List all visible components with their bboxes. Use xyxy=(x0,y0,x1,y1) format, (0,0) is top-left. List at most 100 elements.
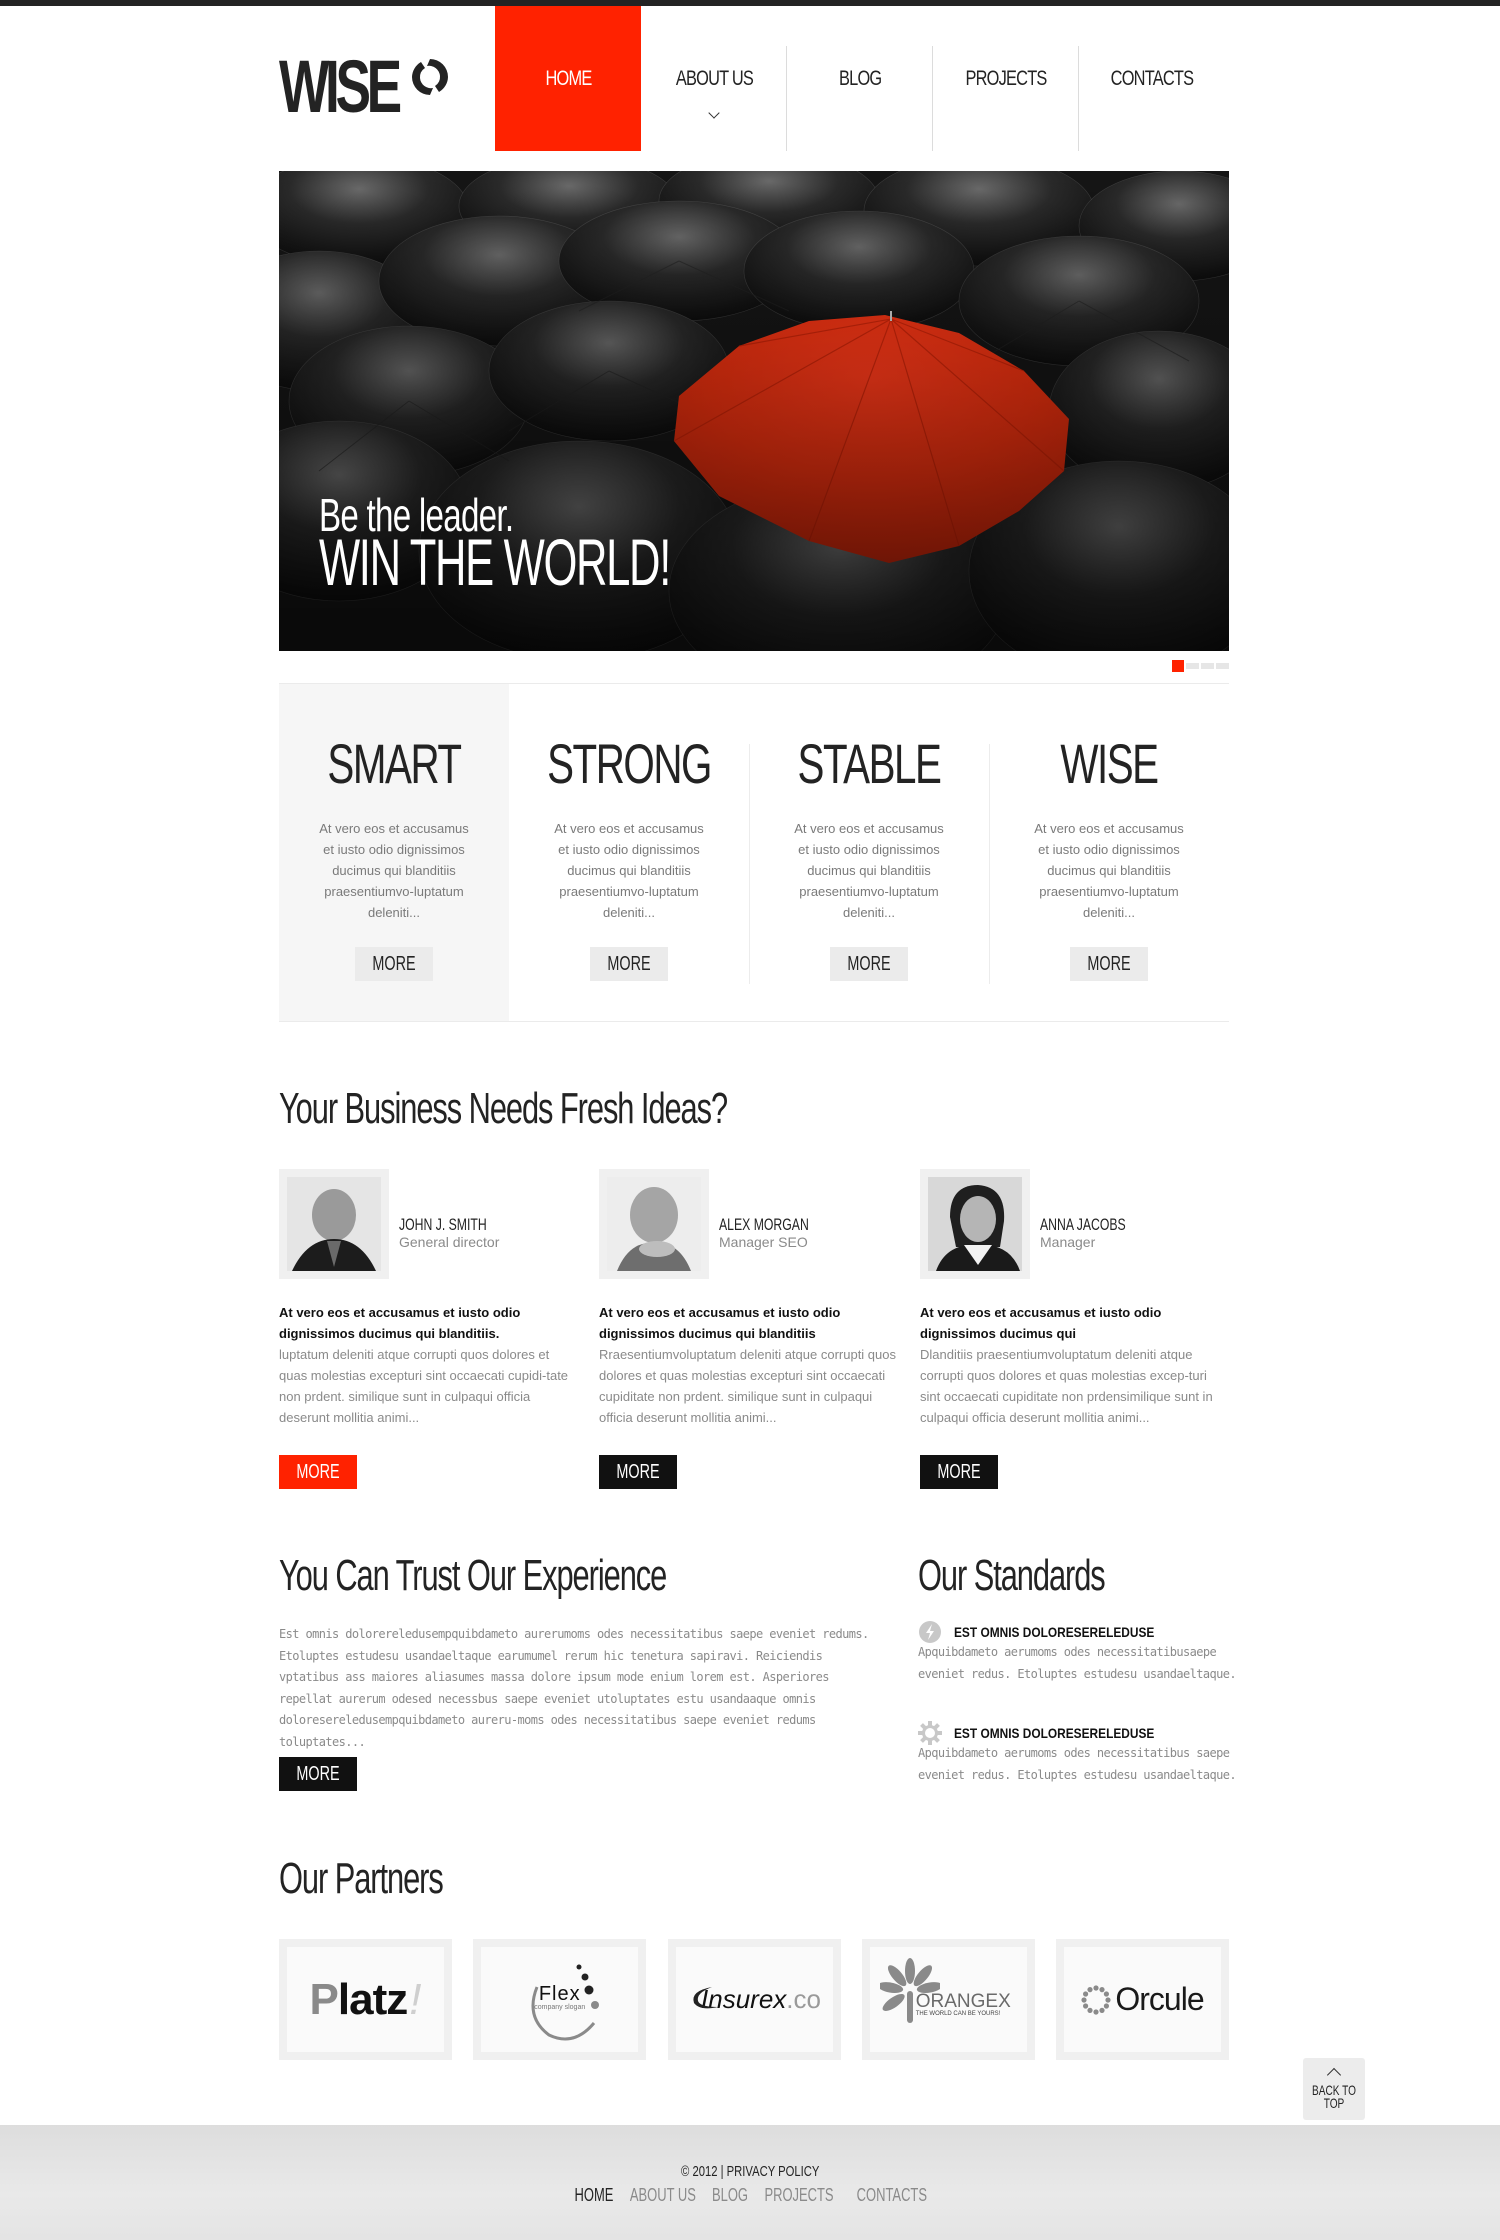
nav-item-label: ABOUT US xyxy=(675,66,753,90)
partner-logo-platz[interactable]: Platz ! xyxy=(279,1939,452,2060)
member-more-button[interactable]: MORE xyxy=(279,1455,357,1489)
feature-card-strong: STRONG At vero eos et accusamus et iusto… xyxy=(509,684,749,1021)
footer-link-blog[interactable]: BLOG xyxy=(712,2185,748,2206)
partner-logo-orangex[interactable]: ORANGEX THE WORLD CAN BE YOURS! xyxy=(861,1939,1035,2060)
slider-dot-3[interactable] xyxy=(1201,663,1214,669)
main-nav: HOME ABOUT US BLOG PROJECTS CONTACTS xyxy=(495,6,1225,151)
logo-text: WISE xyxy=(279,45,402,128)
standard-text: Apquibdameto aerumoms odes necessitatibu… xyxy=(918,1746,1237,1782)
button-label: MORE xyxy=(607,952,651,975)
member-name: JOHN J. SMITH xyxy=(399,1215,487,1234)
partner-slogan: company slogan xyxy=(534,2003,586,2011)
nav-item-label: HOME xyxy=(544,66,592,90)
member-more-button[interactable]: MORE xyxy=(599,1455,677,1489)
feature-card-stable: STABLE At vero eos et accusamus et iusto… xyxy=(749,684,989,1021)
partner-name: ORANGEX xyxy=(915,1991,1011,2012)
back-to-top-label: BACK TO TOP xyxy=(1312,2082,1356,2111)
feature-divider xyxy=(989,744,990,984)
insurex-swoosh-icon xyxy=(692,1987,718,2009)
nav-item-blog[interactable]: BLOG xyxy=(787,6,933,151)
member-name: ANNA JACOBS xyxy=(1040,1215,1126,1234)
footer-nav: HOME ABOUT US BLOG PROJECTS CONTACTS xyxy=(0,2185,1500,2206)
trust-text: Est omnis dolorereledusempquibdameto aur… xyxy=(279,1627,869,1749)
team-heading: Your Business Needs Fresh Ideas? xyxy=(279,1084,728,1133)
member-name: ALEX MORGAN xyxy=(719,1215,809,1234)
member-bio: luptatum deleniti atque corrupti quos do… xyxy=(279,1347,569,1425)
avatar xyxy=(287,1177,381,1271)
member-role: Manager SEO xyxy=(719,1234,808,1250)
footer-link-home[interactable]: HOME xyxy=(575,2185,614,2206)
partner-logo-text: Platz xyxy=(309,1974,409,2024)
hero-headline: WIN THE WORLD! xyxy=(319,525,671,599)
feature-more-button[interactable]: MORE xyxy=(590,947,668,981)
footer-link-about-us[interactable]: ABOUT US xyxy=(630,2185,696,2206)
feature-more-button[interactable]: MORE xyxy=(1070,947,1148,981)
button-label: MORE xyxy=(1087,952,1131,975)
member-more-button[interactable]: MORE xyxy=(920,1455,998,1489)
avatar-frame xyxy=(599,1169,709,1279)
trust-more-button[interactable]: MORE xyxy=(279,1757,357,1791)
member-bio: Dlanditiis praesentiumvoluptatum delenit… xyxy=(920,1347,1213,1425)
partner-name: Orcule xyxy=(1115,1981,1204,2017)
feature-text: At vero eos et accusamus et iusto odio d… xyxy=(1034,821,1184,920)
member-lead: At vero eos et accusamus et iusto odio d… xyxy=(920,1305,1162,1341)
partner-logo-mark: ! xyxy=(409,1974,422,2024)
partner-suffix: .co xyxy=(786,1984,821,2014)
member-lead: At vero eos et accusamus et iusto odio d… xyxy=(279,1305,521,1341)
avatar-frame xyxy=(920,1169,1030,1279)
footer-link-contacts[interactable]: CONTACTS xyxy=(857,2185,927,2206)
partner-logo-insurex[interactable]: Insurex .co xyxy=(667,1939,841,2060)
slider-dot-2[interactable] xyxy=(1186,663,1199,669)
partner-name: latz xyxy=(337,1974,408,2024)
slider-dot-1[interactable] xyxy=(1172,660,1184,672)
avatar-frame xyxy=(279,1169,389,1279)
feature-title: SMART xyxy=(327,732,462,795)
standard-title: EST OMNIS DOLORESERELEDUSE xyxy=(954,1725,1155,1741)
nav-item-about-us[interactable]: ABOUT US xyxy=(641,6,787,151)
site-logo[interactable]: WISE xyxy=(279,45,448,128)
member-lead: At vero eos et accusamus et iusto odio d… xyxy=(599,1305,841,1341)
nav-item-contacts[interactable]: CONTACTS xyxy=(1079,6,1225,151)
feature-card-smart: SMART At vero eos et accusamus et iusto … xyxy=(279,684,509,1021)
standards-heading: Our Standards xyxy=(918,1551,1106,1600)
features-strip: SMART At vero eos et accusamus et iusto … xyxy=(279,683,1229,1022)
partner-slogan: THE WORLD CAN BE YOURS! xyxy=(915,2011,1001,2017)
nav-item-label: BLOG xyxy=(838,66,882,90)
partners-row: Platz ! Flex company slogan Insurex.co xyxy=(279,1939,1229,2060)
avatar xyxy=(928,1177,1022,1271)
feature-divider xyxy=(749,744,750,984)
logo-swirl-icon xyxy=(412,59,448,95)
hero-slider[interactable]: Be the leader. WIN THE WORLD! xyxy=(279,171,1229,651)
member-bio: Rraesentiumvoluptatum deleniti atque cor… xyxy=(599,1347,897,1425)
member-role: Manager xyxy=(1040,1234,1096,1250)
feature-more-button[interactable]: MORE xyxy=(355,947,433,981)
copyright: © 2012 | PRIVACY POLICY xyxy=(0,2163,1500,2180)
orcule-ring-icon xyxy=(1081,1984,1111,2015)
slider-dot-4[interactable] xyxy=(1216,663,1229,669)
partner-name: Flex xyxy=(538,1982,581,2005)
member-role: General director xyxy=(399,1234,500,1250)
feature-title: STRONG xyxy=(547,732,712,795)
feature-more-button[interactable]: MORE xyxy=(830,947,908,981)
partners-heading: Our Partners xyxy=(279,1854,444,1903)
footer-link-projects[interactable]: PROJECTS xyxy=(764,2185,833,2206)
nav-item-home[interactable]: HOME xyxy=(495,6,641,151)
back-to-top-button[interactable]: BACK TO TOP xyxy=(1303,2058,1365,2120)
button-label: MORE xyxy=(616,1460,660,1483)
button-label: MORE xyxy=(296,1762,340,1785)
button-label: MORE xyxy=(296,1460,340,1483)
footer: © 2012 | PRIVACY POLICY HOME ABOUT US BL… xyxy=(0,2125,1500,2240)
partner-logo-orcule[interactable]: Orcule xyxy=(1056,1939,1229,2060)
feature-card-wise: WISE At vero eos et accusamus et iusto o… xyxy=(989,684,1229,1021)
feature-title: WISE xyxy=(1060,732,1159,795)
slider-pagination xyxy=(1172,660,1229,672)
button-label: MORE xyxy=(937,1460,981,1483)
feature-title: STABLE xyxy=(797,732,941,795)
nav-item-projects[interactable]: PROJECTS xyxy=(933,6,1079,151)
avatar xyxy=(607,1177,701,1271)
feature-text: At vero eos et accusamus et iusto odio d… xyxy=(554,821,704,920)
partner-logo-flex[interactable]: Flex company slogan xyxy=(473,1939,647,2060)
trust-heading: You Can Trust Our Experience xyxy=(279,1551,667,1600)
refresh-icon xyxy=(919,1621,941,1643)
nav-item-label: PROJECTS xyxy=(965,66,1047,90)
